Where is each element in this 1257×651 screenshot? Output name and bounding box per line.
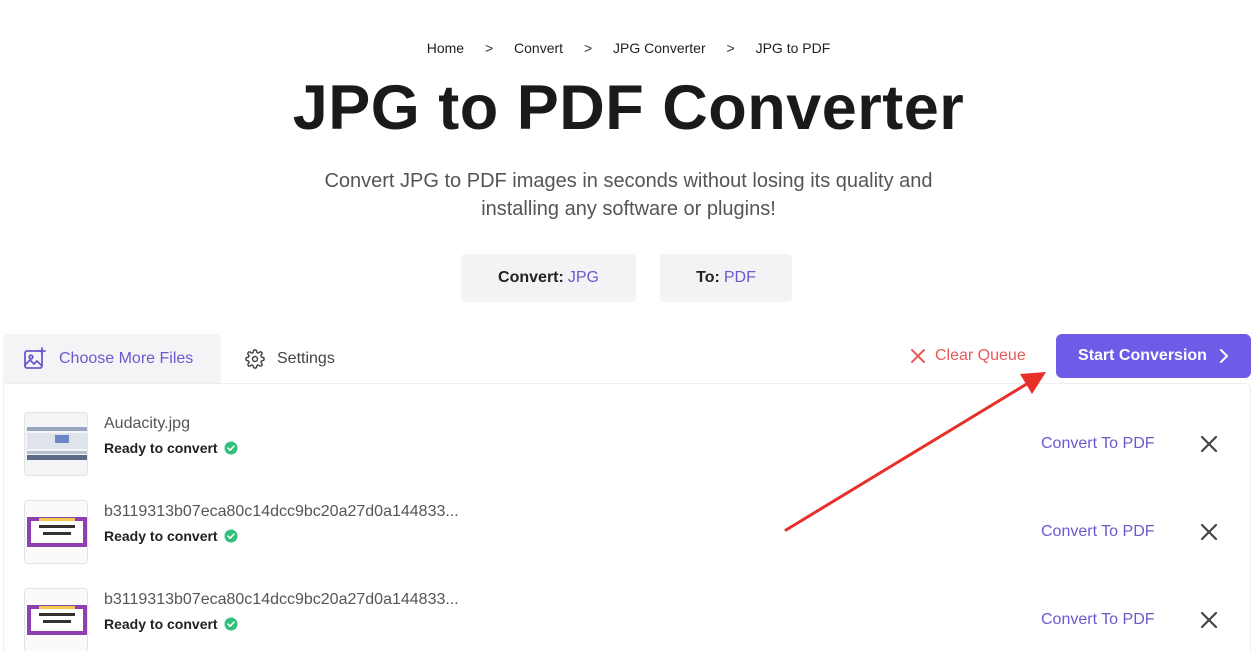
clear-queue-label: Clear Queue xyxy=(935,347,1026,364)
file-thumbnail xyxy=(24,588,88,651)
breadcrumb-separator: > xyxy=(726,40,735,56)
close-icon xyxy=(1200,523,1218,541)
file-status: Ready to convert xyxy=(104,616,238,632)
file-status-text: Ready to convert xyxy=(104,528,218,544)
breadcrumb-convert[interactable]: Convert xyxy=(514,40,563,56)
start-conversion-label: Start Conversion xyxy=(1078,347,1207,364)
convert-to-pdf-button[interactable]: Convert To PDF xyxy=(1041,611,1155,629)
remove-file-button[interactable] xyxy=(1199,610,1219,630)
breadcrumb-separator: > xyxy=(484,40,494,56)
convert-to-label: To: xyxy=(696,269,720,286)
convert-to-pdf-button[interactable]: Convert To PDF xyxy=(1041,523,1155,541)
check-circle-icon xyxy=(224,529,238,543)
file-row: b3119313b07eca80c14dcc9bc20a27d0a144833.… xyxy=(4,560,1252,651)
convert-to-pdf-button[interactable]: Convert To PDF xyxy=(1041,435,1155,453)
breadcrumb: Home > Convert > JPG Converter > JPG to … xyxy=(0,40,1257,56)
page-subtitle: Convert JPG to PDF images in seconds wit… xyxy=(324,170,933,220)
file-row: Audacity.jpg Ready to convert Convert To… xyxy=(4,384,1252,476)
file-status: Ready to convert xyxy=(104,528,238,544)
breadcrumb-jpg-converter[interactable]: JPG Converter xyxy=(613,40,706,56)
convert-from-label: Convert: xyxy=(498,269,564,286)
breadcrumb-current: JPG to PDF xyxy=(755,40,831,56)
check-circle-icon xyxy=(224,617,238,631)
remove-file-button[interactable] xyxy=(1199,434,1219,454)
convert-to-selector[interactable]: To: PDF xyxy=(660,254,792,302)
chevron-right-icon xyxy=(1219,349,1228,363)
close-icon xyxy=(911,349,925,363)
convert-from-selector[interactable]: Convert: JPG xyxy=(461,254,636,302)
choose-more-files-label: Choose More Files xyxy=(59,349,194,367)
file-name: b3119313b07eca80c14dcc9bc20a27d0a144833.… xyxy=(104,591,459,608)
breadcrumb-separator: > xyxy=(583,40,593,56)
close-icon xyxy=(1200,435,1218,453)
convert-from-value: JPG xyxy=(567,269,599,286)
file-row: b3119313b07eca80c14dcc9bc20a27d0a144833.… xyxy=(4,472,1252,564)
page-title: JPG to PDF Converter xyxy=(292,73,965,143)
start-conversion-button[interactable]: Start Conversion xyxy=(1056,334,1251,378)
file-status: Ready to convert xyxy=(104,440,238,456)
file-thumbnail xyxy=(24,500,88,564)
file-status-text: Ready to convert xyxy=(104,616,218,632)
add-image-icon xyxy=(24,346,46,369)
file-queue-panel: Audacity.jpg Ready to convert Convert To… xyxy=(3,383,1251,651)
check-circle-icon xyxy=(224,441,238,455)
file-status-text: Ready to convert xyxy=(104,440,218,456)
file-name: b3119313b07eca80c14dcc9bc20a27d0a144833.… xyxy=(104,503,459,520)
close-icon xyxy=(1200,611,1218,629)
settings-tab[interactable]: Settings xyxy=(245,334,335,383)
breadcrumb-home[interactable]: Home xyxy=(427,40,464,56)
clear-queue-button[interactable]: Clear Queue xyxy=(910,344,1026,368)
gear-icon xyxy=(245,348,265,369)
settings-label: Settings xyxy=(277,349,335,367)
remove-file-button[interactable] xyxy=(1199,522,1219,542)
file-name: Audacity.jpg xyxy=(104,415,190,432)
file-thumbnail xyxy=(24,412,88,476)
choose-more-files-tab[interactable]: Choose More Files xyxy=(3,334,221,383)
convert-to-value: PDF xyxy=(723,269,756,286)
